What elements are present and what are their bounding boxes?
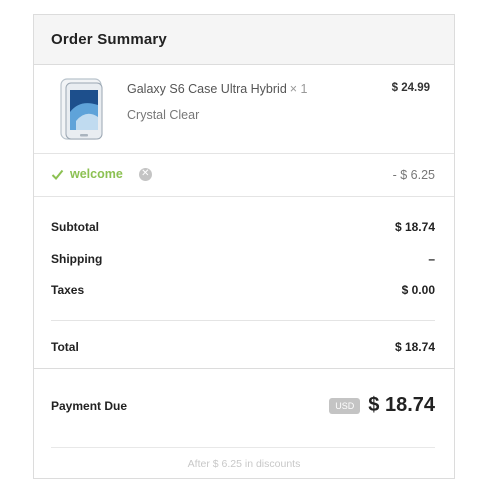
shipping-row: Shipping – <box>51 252 435 266</box>
line-item: Galaxy S6 Case Ultra Hybrid × 1 Crystal C… <box>34 65 454 154</box>
divider <box>51 320 435 321</box>
discount-code: welcome <box>70 167 123 181</box>
phone-case-image <box>60 78 103 140</box>
currency-badge: USD <box>329 397 361 414</box>
remove-discount-icon[interactable]: ✕ <box>138 167 152 181</box>
taxes-label: Taxes <box>51 283 85 297</box>
page-title: Order Summary <box>51 31 167 48</box>
total-value: $ 18.74 <box>394 340 435 354</box>
item-quantity: × 1 <box>289 82 308 96</box>
divider <box>34 368 454 369</box>
discount-note: After $ 6.25 in discounts <box>187 458 301 470</box>
total-row: Total $ 18.74 <box>51 340 435 354</box>
discount-amount: - $ 6.25 <box>392 168 435 182</box>
taxes-value: $ 0.00 <box>401 283 435 297</box>
order-summary-header: Order Summary <box>34 15 454 65</box>
item-name-text: Galaxy S6 Case Ultra Hybrid <box>127 82 287 96</box>
discount-row: welcome ✕ - $ 6.25 <box>34 154 454 197</box>
subtotal-row: Subtotal $ 18.74 <box>51 220 435 234</box>
payment-due-label: Payment Due <box>51 399 128 413</box>
payment-due-amount-group: USD $ 18.74 <box>329 394 435 417</box>
shipping-label: Shipping <box>51 252 103 266</box>
divider <box>51 447 435 448</box>
shipping-value: – <box>428 252 435 266</box>
taxes-row: Taxes $ 0.00 <box>51 283 435 297</box>
total-label: Total <box>51 340 79 354</box>
check-icon <box>51 169 64 180</box>
item-name: Galaxy S6 Case Ultra Hybrid × 1 <box>127 82 308 96</box>
item-price: $ 24.99 <box>391 82 430 94</box>
subtotal-label: Subtotal <box>51 220 99 234</box>
payment-due-amount: $ 18.74 <box>368 394 435 416</box>
order-summary-card: Order Summary Galaxy S6 Case Ultra Hybri… <box>33 14 455 479</box>
subtotal-value: $ 18.74 <box>394 220 435 234</box>
item-variant: Crystal Clear <box>127 108 200 122</box>
